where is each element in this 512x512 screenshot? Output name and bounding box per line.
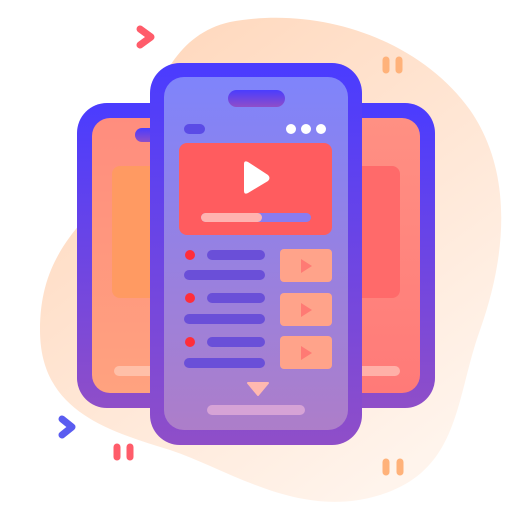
chevron-right-icon [58,415,76,439]
home-indicator [207,405,305,415]
more-icon [286,124,326,134]
video-progress-bar [201,213,311,222]
phone-front [150,63,362,445]
pause-icon [113,443,134,461]
menu-bar [184,124,205,134]
chevron-right-icon [136,25,155,49]
phone-notch [228,90,285,107]
video-app-illustration [40,17,502,502]
